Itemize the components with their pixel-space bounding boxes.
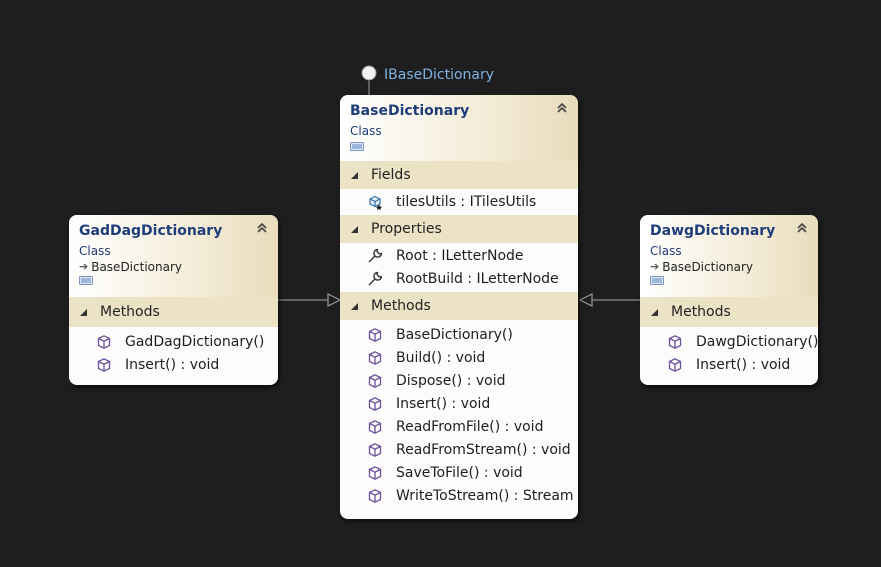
base-class-name: BaseDictionary (91, 260, 182, 274)
class-name: BaseDictionary (350, 103, 470, 119)
class-stereotype: Class (650, 244, 682, 258)
inheritance-arrow-icon: ➔ (650, 260, 660, 273)
method-item[interactable]: Build() : void (340, 346, 578, 369)
method-item[interactable]: WriteToStream() : Stream (340, 484, 578, 507)
method-item[interactable]: Dispose() : void (340, 369, 578, 392)
cube-method-icon (368, 350, 382, 365)
class-header[interactable]: BaseDictionary Class (340, 95, 578, 161)
class-header[interactable]: DawgDictionary Class ➔ BaseDictionary (640, 215, 818, 297)
section-label: Methods (371, 298, 431, 314)
method-text: Build() : void (396, 349, 486, 366)
cube-method-icon (368, 488, 382, 503)
base-class-name: BaseDictionary (662, 260, 753, 274)
section-methods[interactable]: Methods (340, 292, 578, 320)
method-text: WriteToStream() : Stream (396, 487, 574, 504)
method-text: Dispose() : void (396, 372, 506, 389)
base-class-ref[interactable]: ➔ BaseDictionary (79, 259, 268, 275)
class-header[interactable]: GadDagDictionary Class ➔ BaseDictionary (69, 215, 278, 297)
property-text: Root : ILetterNode (396, 247, 524, 264)
class-box-dawg-dictionary[interactable]: DawgDictionary Class ➔ BaseDictionary Me… (640, 215, 818, 385)
section-label: Fields (371, 167, 411, 183)
inheritance-arrow-icon (578, 293, 593, 307)
double-chevron-up-icon[interactable] (555, 101, 569, 115)
class-name: GadDagDictionary (79, 223, 223, 239)
method-item[interactable]: DawgDictionary() (640, 330, 818, 353)
method-text: DawgDictionary() (696, 333, 818, 350)
section-methods[interactable]: Methods (640, 297, 818, 327)
class-box-gaddag-dictionary[interactable]: GadDagDictionary Class ➔ BaseDictionary … (69, 215, 278, 385)
method-text: SaveToFile() : void (396, 464, 523, 481)
cube-method-icon (668, 334, 682, 349)
class-stereotype: Class (79, 244, 111, 258)
method-item[interactable]: ReadFromStream() : void (340, 438, 578, 461)
triangle-expanded-icon[interactable] (79, 308, 88, 317)
class-name: DawgDictionary (650, 223, 776, 239)
inheritance-arrow-icon (327, 293, 342, 307)
wrench-icon (368, 248, 383, 262)
section-fields[interactable]: Fields (340, 161, 578, 189)
field-item[interactable]: tilesUtils : ITilesUtils (340, 190, 578, 213)
cube-method-icon (668, 357, 682, 372)
field-icon (369, 195, 383, 210)
method-item[interactable]: BaseDictionary() (340, 323, 578, 346)
triangle-expanded-icon[interactable] (650, 308, 659, 317)
cube-method-icon (368, 419, 382, 434)
section-properties[interactable]: Properties (340, 215, 578, 243)
method-text: BaseDictionary() (396, 326, 513, 343)
class-stereotype: Class (350, 124, 382, 138)
section-label: Methods (100, 304, 160, 320)
double-chevron-up-icon[interactable] (795, 221, 809, 235)
cube-method-icon (97, 334, 111, 349)
field-text: tilesUtils : ITilesUtils (396, 193, 537, 210)
property-item[interactable]: RootBuild : ILetterNode (340, 267, 578, 290)
property-text: RootBuild : ILetterNode (396, 270, 559, 287)
method-item[interactable]: Insert() : void (640, 353, 818, 376)
method-item[interactable]: Insert() : void (69, 353, 278, 376)
method-text: Insert() : void (396, 395, 491, 412)
section-label: Properties (371, 221, 442, 237)
inheritance-arrow-icon: ➔ (79, 260, 89, 273)
class-diagram-canvas: IBaseDictionary BaseDictionary Class Fie… (0, 0, 881, 567)
method-text: Insert() : void (696, 356, 791, 373)
method-item[interactable]: ReadFromFile() : void (340, 415, 578, 438)
double-chevron-up-icon[interactable] (255, 221, 269, 235)
triangle-expanded-icon[interactable] (350, 225, 359, 234)
cube-method-icon (368, 327, 382, 342)
section-label: Methods (671, 304, 731, 320)
wrench-icon (368, 271, 383, 285)
triangle-expanded-icon[interactable] (350, 171, 359, 180)
interface-lollipop-icon[interactable] (361, 65, 377, 81)
method-item[interactable]: SaveToFile() : void (340, 461, 578, 484)
class-box-base-dictionary[interactable]: BaseDictionary Class Fields tilesUtils:… (340, 95, 578, 519)
cube-method-icon (368, 396, 382, 411)
method-text: ReadFromStream() : void (396, 441, 571, 458)
section-methods[interactable]: Methods (69, 297, 278, 327)
property-item[interactable]: Root : ILetterNode (340, 244, 578, 267)
cube-method-icon (97, 357, 111, 372)
cube-method-icon (368, 373, 382, 388)
class-badge-icon (350, 142, 364, 151)
class-badge-icon (650, 276, 664, 285)
base-class-ref[interactable]: ➔ BaseDictionary (650, 259, 808, 275)
class-badge-icon (79, 276, 93, 285)
method-text: GadDagDictionary() (125, 333, 265, 350)
cube-method-icon (368, 465, 382, 480)
method-item[interactable]: Insert() : void (340, 392, 578, 415)
method-item[interactable]: GadDagDictionary() (69, 330, 278, 353)
interface-label[interactable]: IBaseDictionary (384, 66, 494, 84)
method-text: Insert() : void (125, 356, 220, 373)
cube-method-icon (368, 442, 382, 457)
method-text: ReadFromFile() : void (396, 418, 544, 435)
triangle-expanded-icon[interactable] (350, 302, 359, 311)
